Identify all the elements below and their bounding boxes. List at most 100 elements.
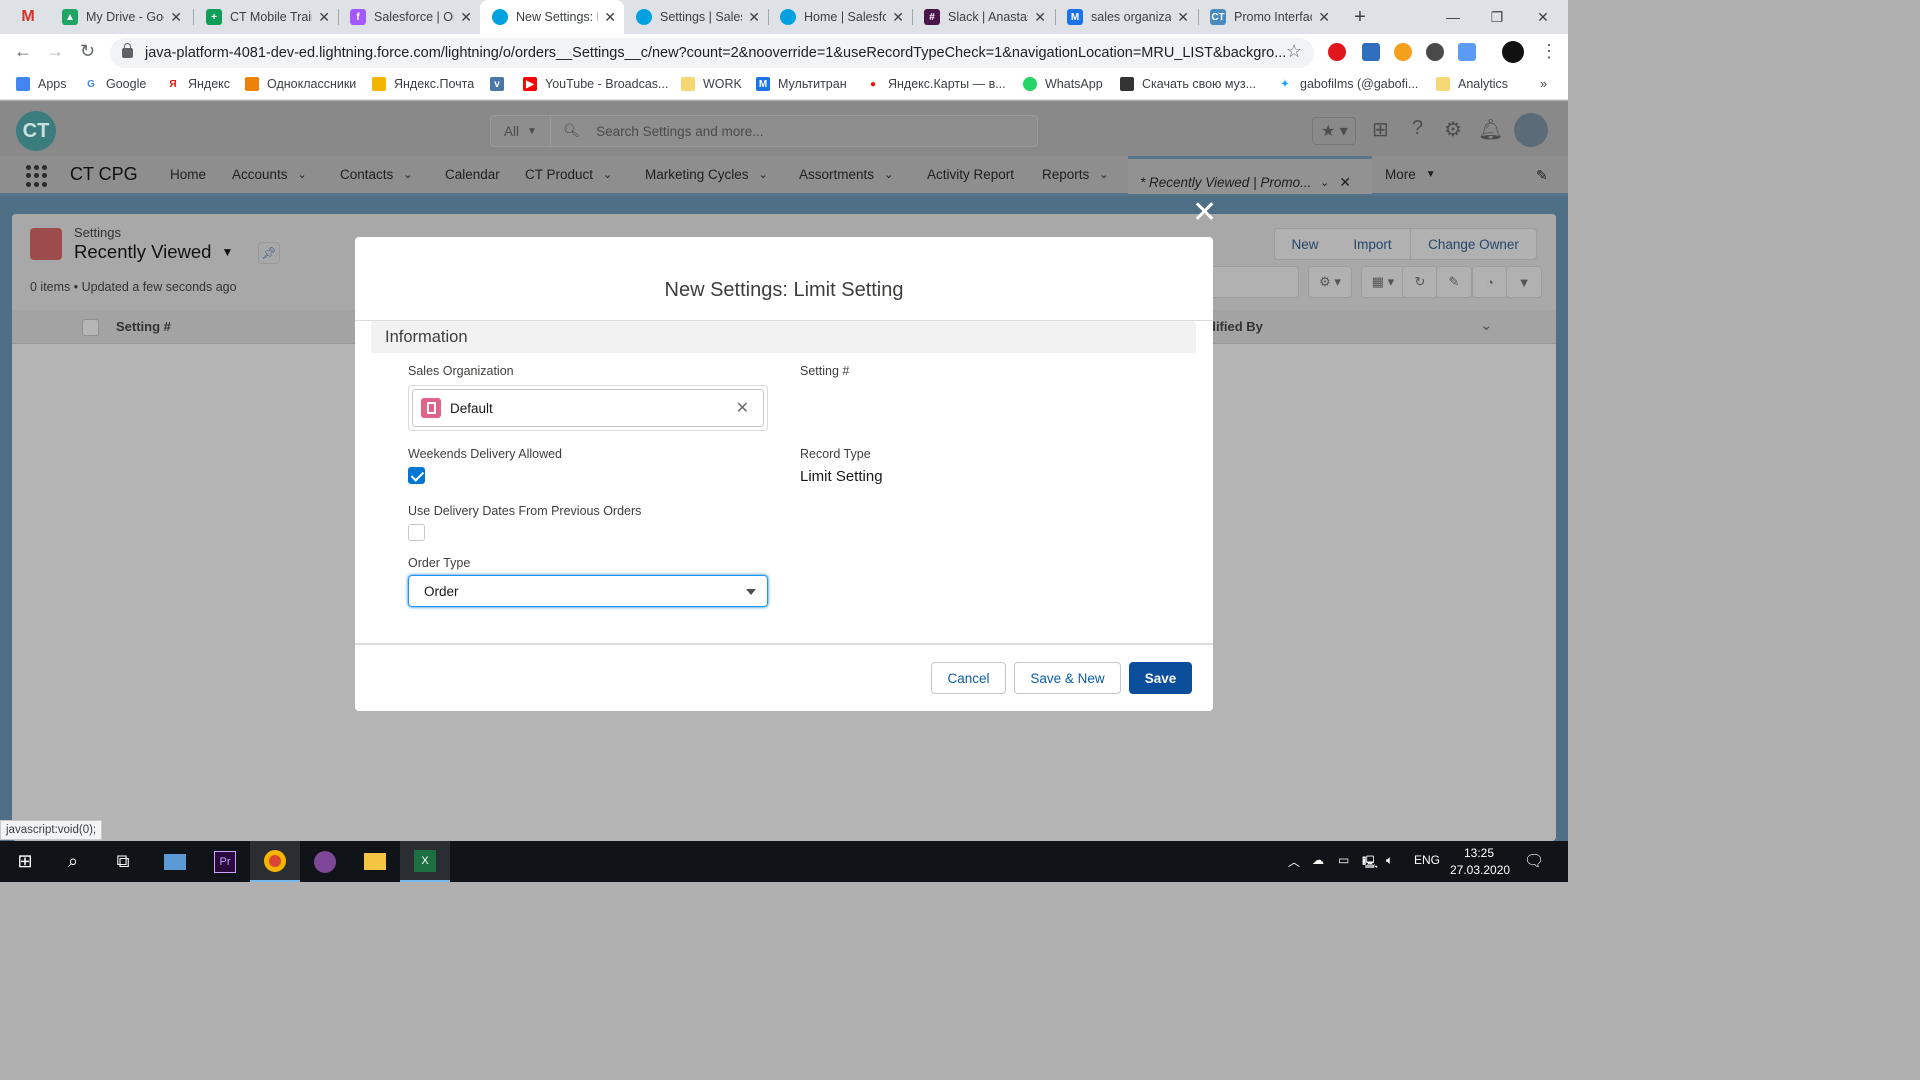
new-button[interactable]: New: [1274, 228, 1336, 260]
order-type-select[interactable]: Order: [408, 575, 768, 607]
use-previous-delivery-dates-checkbox[interactable]: [408, 524, 425, 541]
modal-close-icon[interactable]: ✕: [1192, 198, 1217, 228]
nav-item-active-tab[interactable]: * Recently Viewed | Promo... ⌄ ✕: [1128, 156, 1372, 194]
bookmark-item[interactable]: WhatsApp: [1023, 77, 1103, 91]
nav-item-calendar[interactable]: Calendar: [445, 167, 500, 182]
bookmark-item[interactable]: v: [490, 77, 512, 91]
file-explorer-icon[interactable]: [350, 841, 400, 882]
display-as-table-icon[interactable]: ▦ ▾: [1361, 266, 1405, 298]
close-window-button[interactable]: ✕: [1520, 0, 1566, 34]
chevron-down-icon[interactable]: ⌄: [403, 168, 412, 181]
extension-icon[interactable]: [1362, 43, 1380, 61]
browser-tab[interactable]: Settings | Salesforce ✕: [624, 0, 768, 34]
tab-close-icon[interactable]: ✕: [460, 9, 472, 26]
select-all-checkbox[interactable]: [82, 319, 99, 336]
nav-item-marketing-cycles[interactable]: Marketing Cycles ⌄: [645, 167, 768, 182]
menu-dots-icon[interactable]: ⋮: [1540, 41, 1558, 62]
list-search-input[interactable]: [1207, 266, 1299, 298]
bookmark-item[interactable]: M Мультитран: [756, 77, 847, 91]
chevron-down-icon[interactable]: ⌄: [1480, 316, 1493, 334]
browser-tab-active[interactable]: New Settings: Limit ✕: [480, 0, 624, 34]
nav-item-contacts[interactable]: Contacts ⌄: [340, 167, 413, 182]
back-icon[interactable]: ←: [14, 41, 32, 62]
bookmark-item[interactable]: ● Яндекс.Карты — в...: [866, 77, 1006, 91]
url-field[interactable]: java-platform-4081-dev-ed.lightning.forc…: [110, 38, 1314, 68]
reload-icon[interactable]: ↻: [80, 41, 95, 62]
app-launcher-icon[interactable]: [26, 165, 48, 187]
browser-tab[interactable]: ▲ My Drive - Google Drive ✕: [50, 0, 190, 34]
search-scope-dropdown[interactable]: All ▼: [491, 116, 551, 146]
weekends-delivery-checkbox[interactable]: [408, 467, 425, 484]
list-settings-gear-icon[interactable]: ⚙ ▾: [1308, 266, 1352, 298]
chevron-down-icon[interactable]: ⌄: [759, 168, 768, 181]
column-header-modified-by[interactable]: dified By: [1208, 319, 1263, 334]
browser-tab[interactable]: f Salesforce | Online ✕: [338, 0, 480, 34]
setup-gear-icon[interactable]: ⚙: [1444, 117, 1462, 142]
tab-close-icon[interactable]: ✕: [1318, 9, 1330, 26]
tray-chevron-up-icon[interactable]: ︿: [1288, 853, 1300, 870]
app-icon[interactable]: [150, 841, 200, 882]
chevron-down-icon[interactable]: ⌄: [603, 168, 612, 181]
browser-tab[interactable]: + CT Mobile Training ✕: [194, 0, 338, 34]
chart-icon[interactable]: ◔: [1472, 266, 1508, 298]
bookmark-star-icon[interactable]: ☆: [1286, 41, 1302, 62]
notifications-icon[interactable]: 🗨︎: [1524, 851, 1544, 871]
restore-button[interactable]: ❐: [1474, 0, 1520, 34]
nav-item-more[interactable]: More ▼: [1385, 167, 1436, 182]
bookmark-item[interactable]: Я Яндекс: [166, 77, 230, 91]
import-button[interactable]: Import: [1335, 228, 1411, 260]
bookmark-item[interactable]: Яндекс.Почта: [372, 77, 474, 91]
bookmarks-more[interactable]: »: [1540, 77, 1547, 91]
favorites-star-icon[interactable]: ★ ▾: [1312, 117, 1356, 145]
forward-icon[interactable]: →: [46, 41, 64, 62]
tor-icon[interactable]: [300, 841, 350, 882]
change-owner-button[interactable]: Change Owner: [1411, 228, 1537, 260]
bookmark-item[interactable]: ▶ YouTube - Broadcas...: [523, 77, 668, 91]
pin-icon[interactable]: 📌︎: [258, 242, 280, 264]
notifications-bell-icon[interactable]: 🔔︎: [1478, 117, 1503, 142]
chevron-down-icon[interactable]: ⌄: [1099, 168, 1108, 181]
tab-close-icon[interactable]: ✕: [748, 9, 760, 26]
player-icon[interactable]: [1394, 43, 1412, 61]
task-view-icon[interactable]: ⧉: [98, 841, 148, 882]
opera-icon[interactable]: [1328, 43, 1346, 61]
new-tab-button[interactable]: +: [1340, 0, 1380, 34]
chevron-down-icon[interactable]: ⌄: [298, 168, 307, 181]
nav-item-home[interactable]: Home: [170, 167, 206, 182]
sales-organization-lookup[interactable]: Default ✕: [408, 385, 768, 431]
profile-avatar[interactable]: [1502, 41, 1524, 63]
clear-selection-icon[interactable]: ✕: [736, 398, 749, 418]
refresh-icon[interactable]: ↻: [1402, 266, 1438, 298]
browser-tab[interactable]: CT Promo Interface ✕: [1198, 0, 1338, 34]
onedrive-icon[interactable]: ☁: [1312, 853, 1324, 867]
tab-close-icon[interactable]: ✕: [892, 9, 904, 26]
edit-nav-pencil-icon[interactable]: ✎: [1536, 167, 1548, 184]
excel-icon[interactable]: X: [400, 841, 450, 882]
minimize-button[interactable]: —: [1430, 0, 1476, 34]
browser-tab[interactable]: M sales organization ✕: [1055, 0, 1197, 34]
chevron-down-icon[interactable]: ⌄: [1320, 176, 1329, 189]
clock-date[interactable]: 27.03.2020: [1450, 863, 1510, 877]
browser-tab[interactable]: Home | Salesforce ✕: [768, 0, 912, 34]
download-icon[interactable]: [1426, 43, 1444, 61]
list-view-selector[interactable]: Recently Viewed ▼: [74, 241, 233, 263]
column-header-setting-num[interactable]: Setting #: [116, 319, 171, 334]
windows-start-icon[interactable]: ⊞: [0, 841, 50, 882]
save-and-new-button[interactable]: Save & New: [1014, 662, 1121, 694]
bookmark-item[interactable]: Apps: [16, 77, 67, 91]
filter-icon[interactable]: ▼: [1506, 266, 1542, 298]
cancel-button[interactable]: Cancel: [931, 662, 1006, 694]
sales-organization-pill[interactable]: Default ✕: [412, 389, 764, 427]
network-icon[interactable]: 🖳︎: [1362, 853, 1378, 874]
browser-tab-gmail[interactable]: M: [8, 0, 48, 34]
nav-item-ct-product[interactable]: CT Product ⌄: [525, 167, 612, 182]
send-icon[interactable]: [1458, 43, 1476, 61]
nav-item-reports[interactable]: Reports ⌄: [1042, 167, 1109, 182]
help-icon[interactable]: ?: [1412, 117, 1423, 140]
tab-close-icon[interactable]: ✕: [318, 9, 330, 26]
nav-item-accounts[interactable]: Accounts ⌄: [232, 167, 307, 182]
chevron-down-icon[interactable]: ⌄: [884, 168, 893, 181]
app-logo[interactable]: CT: [16, 111, 56, 151]
add-icon[interactable]: ⊞: [1372, 117, 1389, 142]
language-indicator[interactable]: ENG: [1414, 853, 1440, 867]
